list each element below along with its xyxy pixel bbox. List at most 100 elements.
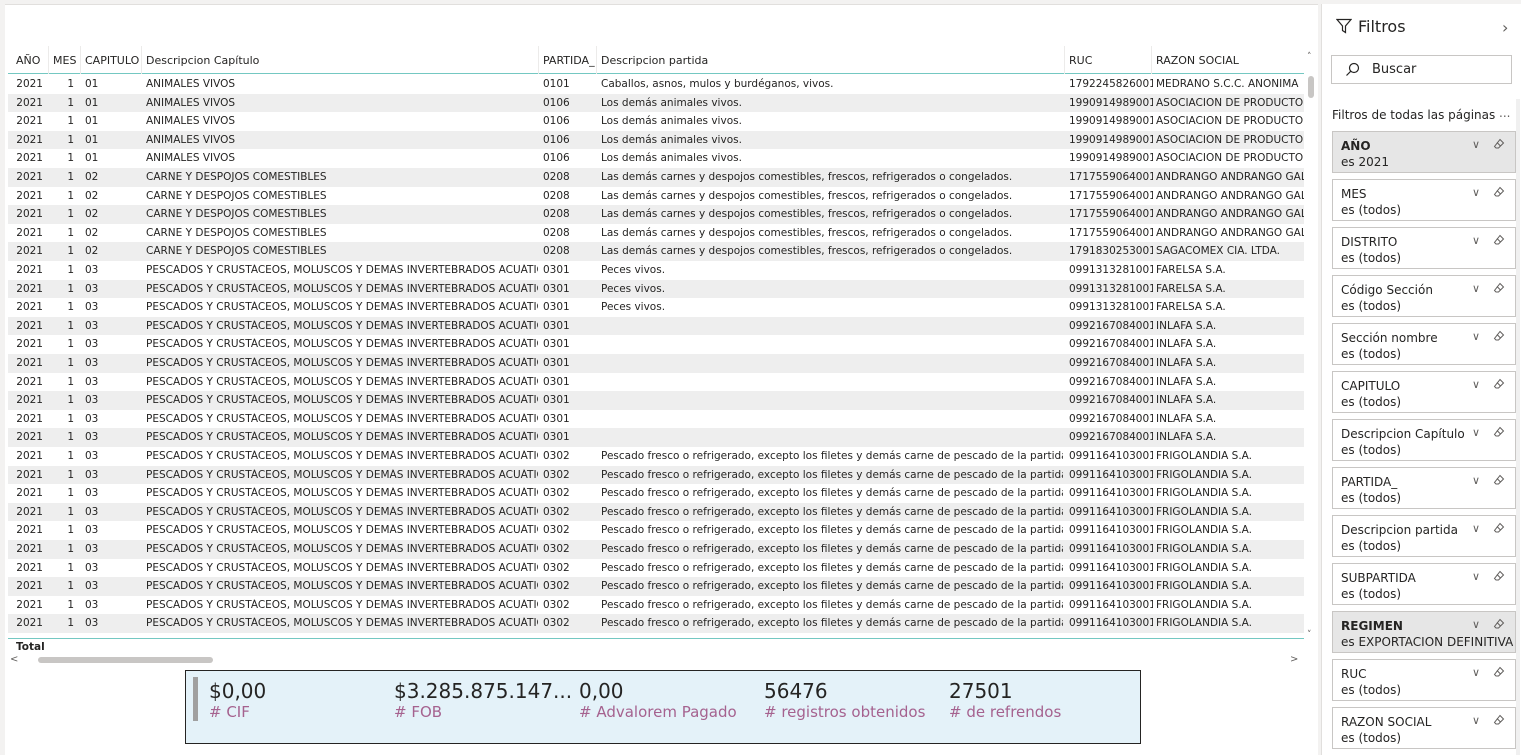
clear-filter-icon[interactable] <box>1493 378 1505 390</box>
vertical-scrollbar[interactable]: ˄ ˅ <box>1306 46 1316 646</box>
col-ano-cell: 2021 <box>16 394 43 407</box>
vertical-scroll-thumb[interactable] <box>1308 76 1314 98</box>
clear-filter-icon[interactable] <box>1493 426 1505 438</box>
chevron-down-icon[interactable]: ∨ <box>1472 378 1480 391</box>
chevron-down-icon[interactable]: ∨ <box>1472 330 1480 343</box>
table-row[interactable]: 2021 1 02 CARNE Y DESPOJOS COMESTIBLES 0208 L… <box>8 242 1304 261</box>
table-row[interactable]: 2021 1 03 PESCADOS Y CRUSTÁCEOS, MOLUSCOS Y… <box>8 279 1304 299</box>
col-partida-header[interactable]: PARTIDA_ <box>543 54 595 67</box>
chevron-down-icon[interactable]: ∨ <box>1472 234 1480 247</box>
filter-card-razon-social[interactable]: RAZON SOCIAL es (todos) ∨ <box>1332 707 1516 749</box>
table-row[interactable]: 2021 1 03 PESCADOS Y CRUSTÁCEOS, MOLUSCOS Y… <box>8 596 1304 615</box>
table-row[interactable]: 2021 1 02 CARNE Y DESPOJOS COMESTIBLES 0208 L… <box>8 224 1304 243</box>
column-separator[interactable] <box>596 46 597 74</box>
table-row[interactable]: 2021 1 03 PESCADOS Y CRUSTÁCEOS, MOLUSCOS Y… <box>8 354 1304 373</box>
chevron-down-icon[interactable]: ∨ <box>1472 474 1480 487</box>
table-row[interactable]: 2021 1 03 PESCADOS Y CRUSTÁCEOS, MOLUSCOS Y… <box>8 502 1304 522</box>
table-row[interactable]: 2021 1 01 ANIMALES VIVOS 0106 Los demás anima… <box>8 149 1304 168</box>
filter-card-subpartida[interactable]: SUBPARTIDA es (todos) ∨ <box>1332 563 1516 605</box>
table-row[interactable]: 2021 1 01 ANIMALES VIVOS 0106 Los demás anima… <box>8 93 1304 113</box>
data-table[interactable]: AÑO MES CAPITULO Descripcion Capítulo PARTID… <box>8 46 1316 666</box>
table-row[interactable]: 2021 1 03 PESCADOS Y CRUSTÁCEOS, MOLUSCOS Y… <box>8 484 1304 503</box>
table-row[interactable]: 2021 1 03 PESCADOS Y CRUSTÁCEOS, MOLUSCOS Y… <box>8 521 1304 540</box>
table-row[interactable]: 2021 1 03 PESCADOS Y CRUSTÁCEOS, MOLUSCOS Y… <box>8 428 1304 447</box>
clear-filter-icon[interactable] <box>1493 522 1505 534</box>
clear-filter-icon[interactable] <box>1493 138 1505 150</box>
table-row[interactable]: 2021 1 03 PESCADOS Y CRUSTÁCEOS, MOLUSCOS Y… <box>8 577 1304 596</box>
filter-card-ruc[interactable]: RUC es (todos) ∨ <box>1332 659 1516 701</box>
chevron-down-icon[interactable]: ∨ <box>1472 138 1480 151</box>
chevron-down-icon[interactable]: ∨ <box>1472 522 1480 535</box>
col-razon-social-header[interactable]: RAZON SOCIAL <box>1156 54 1239 67</box>
filter-card-mes[interactable]: MES es (todos) ∨ <box>1332 179 1516 221</box>
table-row[interactable]: 2021 1 03 PESCADOS Y CRUSTÁCEOS, MOLUSCOS Y… <box>8 559 1304 578</box>
filter-card-partida[interactable]: PARTIDA_ es (todos) ∨ <box>1332 467 1516 509</box>
clear-filter-icon[interactable] <box>1493 714 1505 726</box>
column-separator[interactable] <box>141 46 142 74</box>
filter-search-input[interactable]: Buscar <box>1331 55 1512 84</box>
more-options-icon[interactable]: ... <box>1499 106 1510 120</box>
clear-filter-icon[interactable] <box>1493 570 1505 582</box>
table-row[interactable]: 2021 1 03 PESCADOS Y CRUSTÁCEOS, MOLUSCOS Y… <box>8 316 1304 336</box>
col-descripcion-partida-header[interactable]: Descripcion partida <box>601 54 708 67</box>
clear-filter-icon[interactable] <box>1493 234 1505 246</box>
chevron-down-icon[interactable]: ∨ <box>1472 282 1480 295</box>
chevron-down-icon[interactable]: ∨ <box>1472 618 1480 631</box>
col-mes-header[interactable]: MES <box>53 54 76 67</box>
chevron-down-icon[interactable]: ∨ <box>1472 426 1480 439</box>
chevron-down-icon[interactable]: ∨ <box>1472 186 1480 199</box>
table-row[interactable]: 2021 1 03 PESCADOS Y CRUSTÁCEOS, MOLUSCOS Y… <box>8 465 1304 485</box>
clear-filter-icon[interactable] <box>1493 666 1505 678</box>
column-separator[interactable] <box>538 46 539 74</box>
table-row[interactable]: 2021 1 02 CARNE Y DESPOJOS COMESTIBLES 0208 L… <box>8 187 1304 206</box>
col-ruc-header[interactable]: RUC <box>1069 54 1092 67</box>
clear-filter-icon[interactable] <box>1493 330 1505 342</box>
filter-card-distrito[interactable]: DISTRITO es (todos) ∨ <box>1332 227 1516 269</box>
table-row[interactable]: 2021 1 03 PESCADOS Y CRUSTÁCEOS, MOLUSCOS Y… <box>8 614 1304 633</box>
horizontal-scrollbar[interactable]: < > <box>8 654 1304 666</box>
column-separator[interactable] <box>48 46 49 74</box>
table-row[interactable]: 2021 1 03 PESCADOS Y CRUSTÁCEOS, MOLUSCOS Y… <box>8 373 1304 392</box>
table-row[interactable]: 2021 1 02 CARNE Y DESPOJOS COMESTIBLES 0208 L… <box>8 205 1304 224</box>
scroll-down-icon[interactable]: ˅ <box>1307 630 1312 640</box>
table-row[interactable]: 2021 1 01 ANIMALES VIVOS 0106 Los demás anima… <box>8 130 1304 150</box>
clear-filter-icon[interactable] <box>1493 618 1505 630</box>
chevron-right-icon[interactable]: › <box>1502 18 1508 37</box>
col-partida-cell: 0302 <box>543 450 570 462</box>
table-row[interactable]: 2021 1 02 CARNE Y DESPOJOS COMESTIBLES 0208 L… <box>8 168 1304 187</box>
column-separator[interactable] <box>80 46 81 74</box>
filter-card-ano[interactable]: AÑO es 2021 ∨ <box>1332 131 1516 173</box>
chevron-down-icon[interactable]: ∨ <box>1472 570 1480 583</box>
table-row[interactable]: 2021 1 03 PESCADOS Y CRUSTÁCEOS, MOLUSCOS Y… <box>8 540 1304 559</box>
scroll-right-icon[interactable]: > <box>1290 654 1298 665</box>
table-row[interactable]: 2021 1 01 ANIMALES VIVOS 0106 Los demás anima… <box>8 112 1304 131</box>
filter-card-codigo-seccion[interactable]: Código Sección es (todos) ∨ <box>1332 275 1516 317</box>
clear-filter-icon[interactable] <box>1493 186 1505 198</box>
scroll-left-icon[interactable]: < <box>10 654 18 665</box>
table-row[interactable]: 2021 1 03 PESCADOS Y CRUSTÁCEOS, MOLUSCOS Y… <box>8 391 1304 410</box>
clear-filter-icon[interactable] <box>1493 474 1505 486</box>
table-row[interactable]: 2021 1 03 PESCADOS Y CRUSTÁCEOS, MOLUSCOS Y… <box>8 298 1304 317</box>
horizontal-scroll-thumb[interactable] <box>38 657 213 663</box>
filters-pane-scrollbar[interactable] <box>1516 99 1520 755</box>
filter-card-descripcion-partida[interactable]: Descripcion partida es (todos) ∨ <box>1332 515 1516 557</box>
filter-card-seccion-nombre[interactable]: Sección nombre es (todos) ∨ <box>1332 323 1516 365</box>
col-capitulo-header[interactable]: CAPITULO <box>85 54 139 67</box>
scroll-up-icon[interactable]: ˄ <box>1307 52 1312 62</box>
clear-filter-icon[interactable] <box>1493 282 1505 294</box>
chevron-down-icon[interactable]: ∨ <box>1472 714 1480 727</box>
table-row[interactable]: 2021 1 03 PESCADOS Y CRUSTÁCEOS, MOLUSCOS Y… <box>8 410 1304 429</box>
col-descripcion-capitulo-header[interactable]: Descripcion Capítulo <box>146 54 259 67</box>
table-row[interactable]: 2021 1 03 PESCADOS Y CRUSTÁCEOS, MOLUSCOS Y… <box>8 335 1304 354</box>
col-ano-header[interactable]: AÑO <box>16 54 40 67</box>
col-ano-cell: 2021 <box>16 208 43 221</box>
filter-card-descripcion-capitulo[interactable]: Descripcion Capítulo es (todos) ∨ <box>1332 419 1516 461</box>
chevron-down-icon[interactable]: ∨ <box>1472 666 1480 679</box>
table-row[interactable]: 2021 1 03 PESCADOS Y CRUSTÁCEOS, MOLUSCOS Y… <box>8 447 1304 466</box>
filter-card-capitulo[interactable]: CAPITULO es (todos) ∨ <box>1332 371 1516 413</box>
column-separator[interactable] <box>1151 46 1152 74</box>
table-row[interactable]: 2021 1 01 ANIMALES VIVOS 0101 Caballos, asnos… <box>8 75 1304 94</box>
column-separator[interactable] <box>1064 46 1065 74</box>
filter-card-regimen[interactable]: REGIMEN es EXPORTACION DEFINITIVA ∨ <box>1332 611 1516 653</box>
table-row[interactable]: 2021 1 03 PESCADOS Y CRUSTÁCEOS, MOLUSCOS Y… <box>8 261 1304 280</box>
